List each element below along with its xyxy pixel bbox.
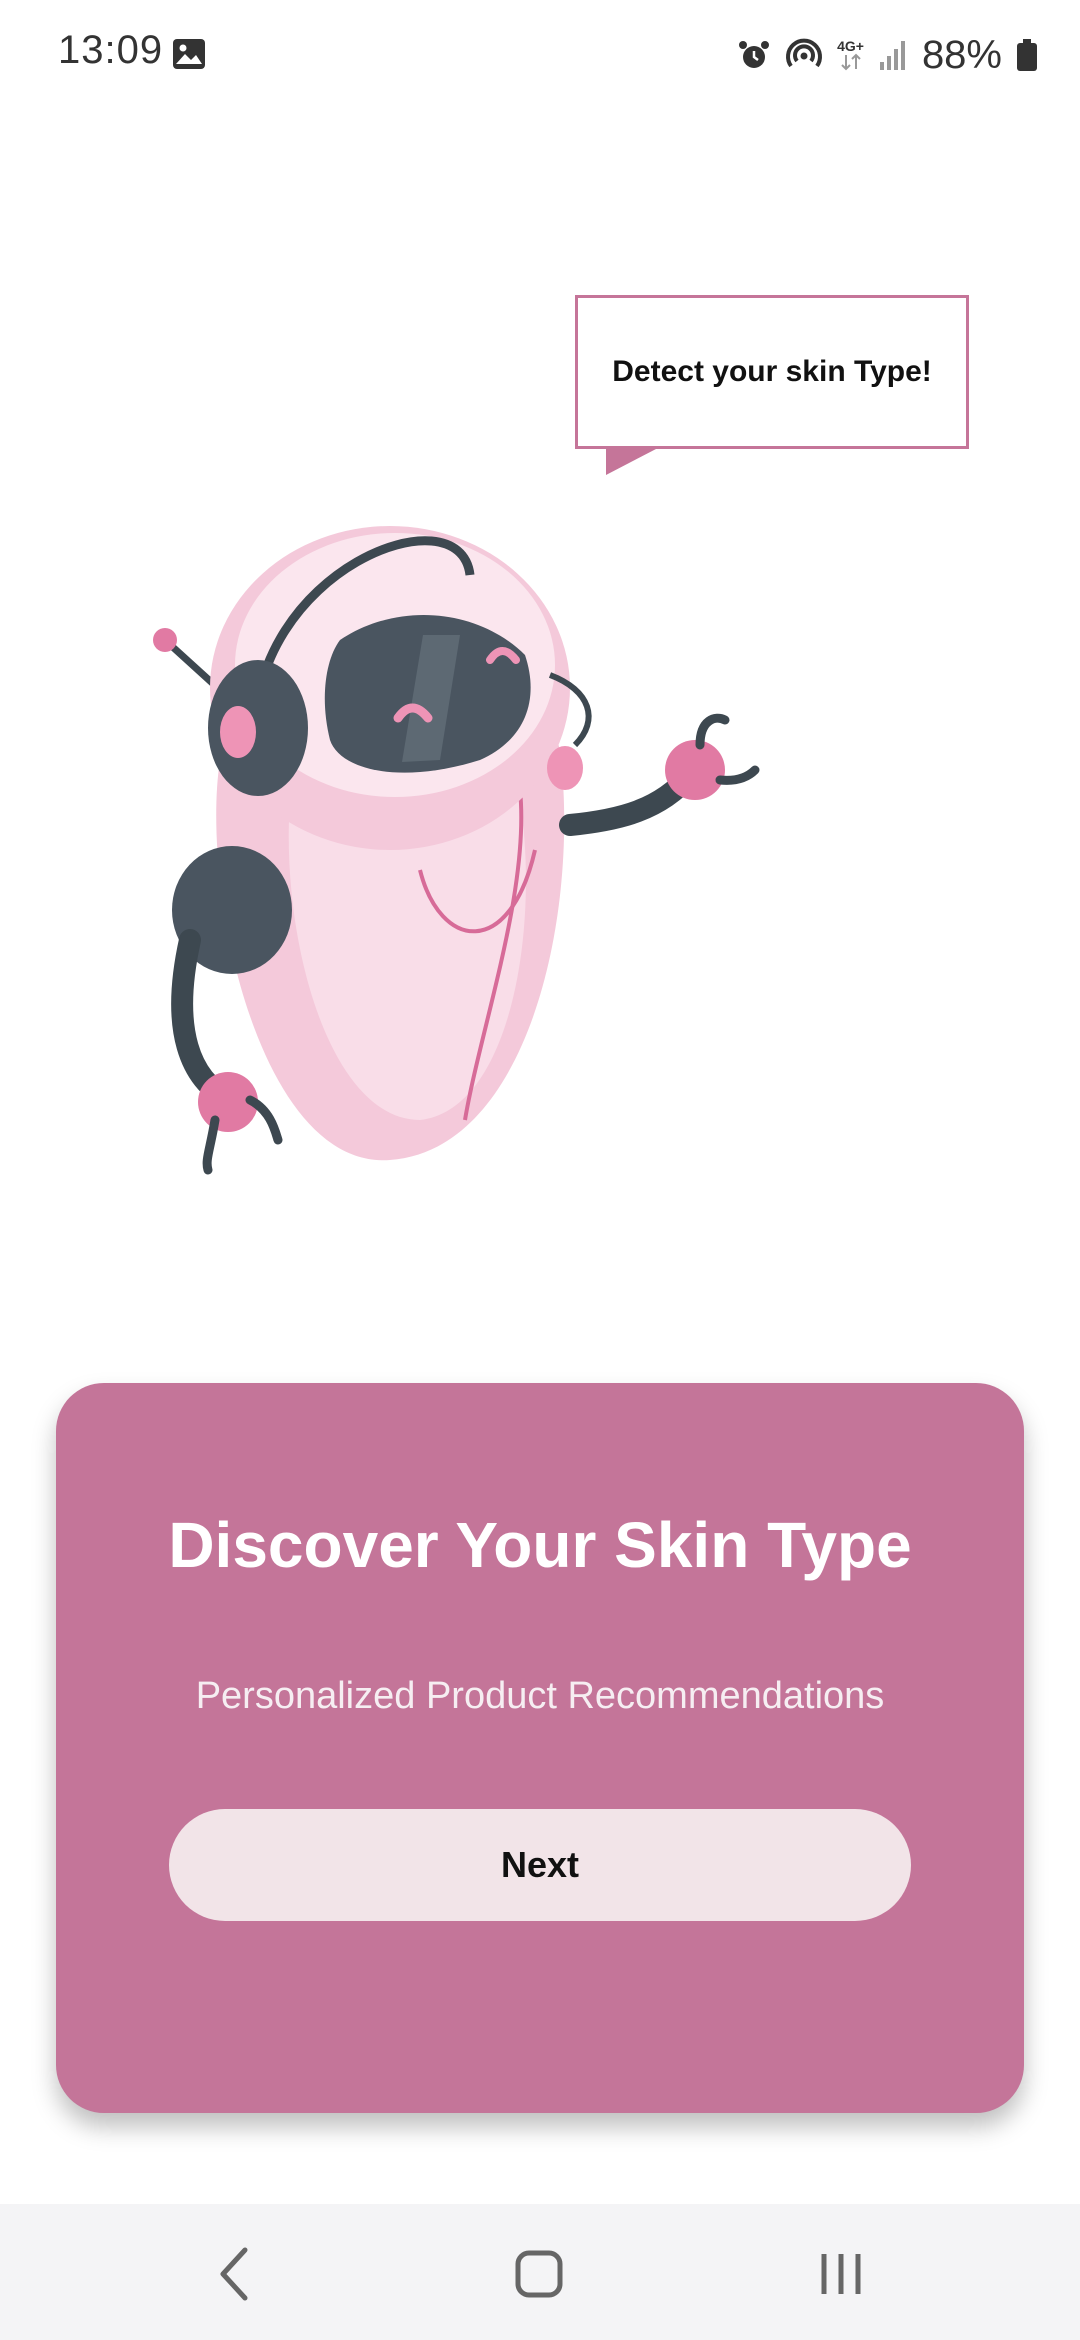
network-label: 4G+ xyxy=(837,38,864,54)
hotspot-icon xyxy=(786,38,823,68)
card-subtitle: Personalized Product Recommendations xyxy=(195,1675,885,1717)
recents-icon xyxy=(821,2254,861,2294)
recents-button[interactable] xyxy=(796,2234,886,2314)
speech-bubble: Detect your skin Type! xyxy=(575,295,969,449)
status-icons: 4G+ 88% xyxy=(737,30,1038,80)
back-icon xyxy=(220,2247,248,2301)
card-title: Discover Your Skin Type xyxy=(168,1509,912,1581)
signal-icon xyxy=(879,41,905,70)
data-arrows-icon xyxy=(840,53,861,71)
battery-percent: 88% xyxy=(921,32,1002,77)
battery-icon xyxy=(1017,39,1037,71)
bubble-text: Detect your skin Type! xyxy=(612,355,932,388)
status-bar: 13:09 4G+ 88% xyxy=(0,0,1080,110)
back-button[interactable] xyxy=(190,2234,280,2314)
gallery-icon xyxy=(173,39,205,69)
onboarding-card: Discover Your Skin Type Personalized Pro… xyxy=(56,1383,1024,2113)
next-button[interactable]: Next xyxy=(169,1809,911,1921)
network-type: 4G+ xyxy=(837,39,864,71)
home-button[interactable] xyxy=(494,2234,584,2314)
navigation-bar xyxy=(0,2204,1080,2340)
robot-illustration xyxy=(153,526,760,1175)
alarm-icon xyxy=(739,41,770,68)
status-time: 13:09 xyxy=(58,28,164,72)
home-icon xyxy=(515,2250,563,2298)
